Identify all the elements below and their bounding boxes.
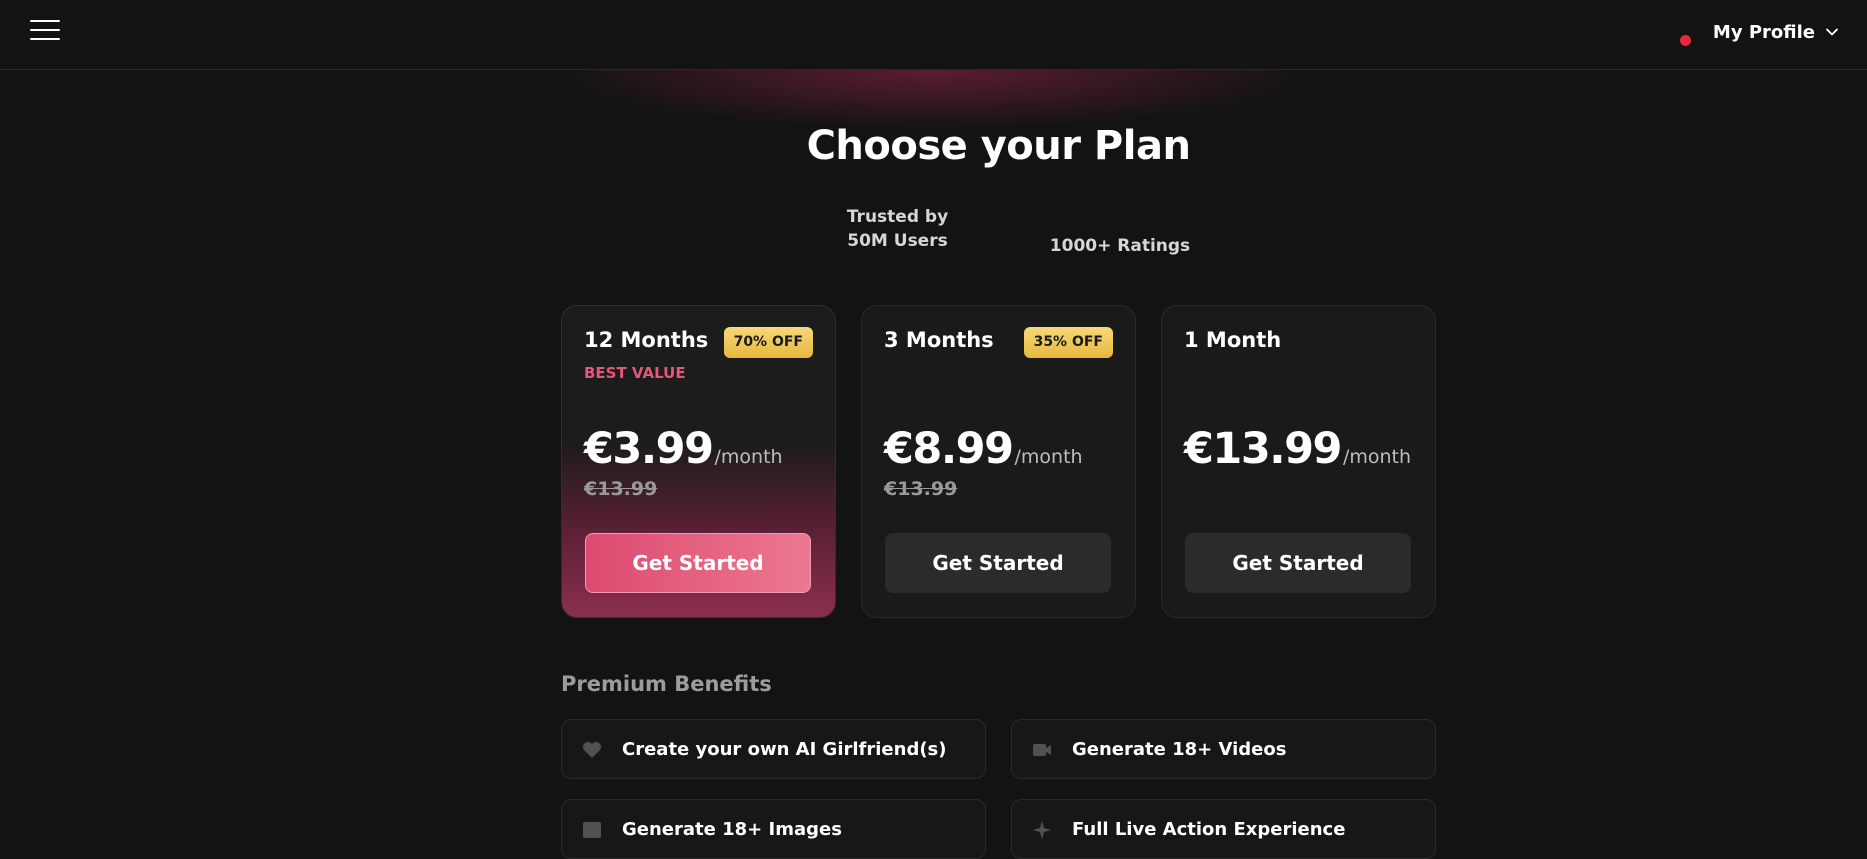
plan-price: €13.99 /month <box>1184 424 1411 474</box>
benefit-label: Create your own AI Girlfriend(s) <box>622 739 947 760</box>
get-started-button-3-months[interactable]: Get Started <box>885 533 1111 593</box>
trust-users-line1: Trusted by <box>846 207 949 227</box>
chevron-down-icon <box>1826 28 1838 36</box>
sparkle-icon <box>1033 821 1051 839</box>
image-icon <box>583 822 601 838</box>
price-amount: €8.99 <box>884 424 1014 474</box>
benefit-item: Generate 18+ Videos <box>1011 719 1436 779</box>
trust-ratings: 1000+ Ratings <box>1049 236 1191 256</box>
hamburger-menu-icon[interactable] <box>30 19 60 41</box>
page-title: Choose your Plan <box>806 123 1191 169</box>
benefit-label: Generate 18+ Videos <box>1072 739 1287 760</box>
heart-icon <box>583 742 601 758</box>
benefit-label: Generate 18+ Images <box>622 819 842 840</box>
best-value-tag: BEST VALUE <box>584 364 686 382</box>
plan-name: 1 Month <box>1184 328 1282 352</box>
discount-badge: 70% OFF <box>723 327 813 358</box>
plan-name: 12 Months <box>584 328 709 352</box>
benefit-item: Create your own AI Girlfriend(s) <box>561 719 986 779</box>
plan-price: €3.99 /month <box>584 424 783 474</box>
status-dot-icon <box>1679 34 1691 46</box>
price-period: /month <box>1342 446 1412 468</box>
benefit-item: Generate 18+ Images <box>561 799 986 859</box>
benefit-label: Full Live Action Experience <box>1072 819 1346 840</box>
profile-menu[interactable]: My Profile <box>1679 18 1839 46</box>
top-navigation-bar: My Profile <box>0 0 1867 70</box>
discount-badge: 35% OFF <box>1023 327 1113 358</box>
plan-card-1-month[interactable]: 1 Month €13.99 /month Get Started <box>1161 305 1436 618</box>
trust-users-line2: 50M Users <box>847 231 948 251</box>
original-price: €13.99 <box>884 478 958 500</box>
price-amount: €13.99 <box>1184 424 1342 474</box>
get-started-button-12-months[interactable]: Get Started <box>585 533 811 593</box>
price-period: /month <box>1014 446 1083 468</box>
video-icon <box>1033 744 1051 756</box>
price-period: /month <box>714 446 783 468</box>
plan-name: 3 Months <box>884 328 994 352</box>
plan-price: €8.99 /month <box>884 424 1083 474</box>
original-price: €13.99 <box>584 478 658 500</box>
plan-card-12-months[interactable]: 12 Months 70% OFF BEST VALUE €3.99 /mont… <box>561 305 836 618</box>
profile-label: My Profile <box>1712 21 1815 43</box>
benefits-heading: Premium Benefits <box>561 672 772 696</box>
plan-card-3-months[interactable]: 3 Months 35% OFF €8.99 /month €13.99 Get… <box>861 305 1136 618</box>
trust-users: Trusted by 50M Users <box>830 205 965 253</box>
plan-cards: 12 Months 70% OFF BEST VALUE €3.99 /mont… <box>561 305 1436 618</box>
price-amount: €3.99 <box>584 424 714 474</box>
get-started-button-1-month[interactable]: Get Started <box>1185 533 1411 593</box>
benefit-item: Full Live Action Experience <box>1011 799 1436 859</box>
benefits-list: Create your own AI Girlfriend(s) Generat… <box>561 719 1436 859</box>
